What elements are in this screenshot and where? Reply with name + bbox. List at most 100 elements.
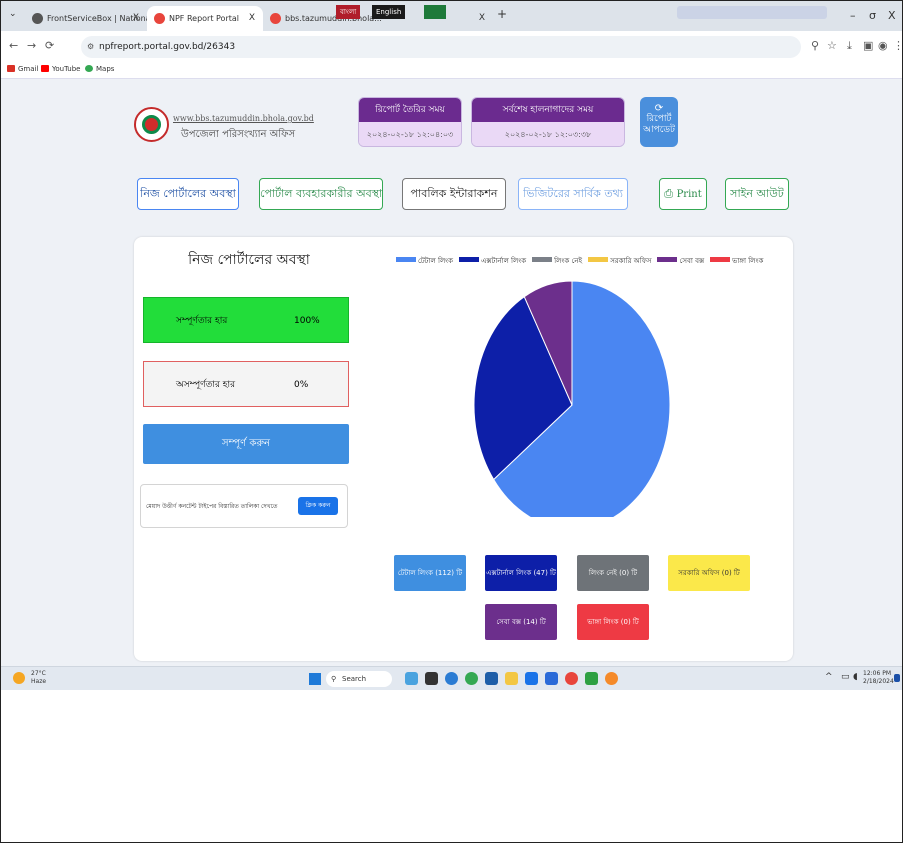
maps-pin-icon bbox=[85, 65, 93, 72]
tab-user-status[interactable]: পোর্টাল ব্যবহারকারীর অবস্থা bbox=[259, 178, 383, 210]
portal-status-panel: নিজ পোর্টালের অবস্থা সম্পূর্ণতার হার 100… bbox=[134, 237, 793, 661]
download-icon[interactable]: ⤓ bbox=[847, 39, 852, 53]
expired-content-text: মেয়াদ উত্তীর্ণ কনটেন্ট টাইপের বিস্তারিত… bbox=[146, 503, 278, 510]
tab-label: bbs.tazumuddin.bhola... bbox=[285, 14, 382, 23]
app-widgets-icon[interactable] bbox=[405, 672, 418, 685]
office-name: উপজেলা পরিসংখ্যান অফিস bbox=[181, 129, 296, 140]
back-arrow-icon[interactable]: ← bbox=[9, 39, 18, 52]
category-button[interactable]: লিংক নেই (0) টি bbox=[577, 555, 649, 591]
weather-widget[interactable]: 27°C Haze bbox=[31, 670, 46, 686]
tab-visitor-info[interactable]: ভিজিটরের সার্বিক তথ্য bbox=[518, 178, 628, 210]
profile-icon[interactable]: ◉ bbox=[878, 39, 888, 52]
bookmark-maps[interactable]: Maps bbox=[85, 65, 114, 73]
map-pin-icon bbox=[270, 13, 281, 24]
menu-dots-icon[interactable]: ⋮ bbox=[893, 39, 902, 52]
app-opera-icon[interactable] bbox=[565, 672, 578, 685]
report-update-button[interactable]: ⟳ রিপোর্ট আপডেট bbox=[640, 97, 678, 147]
print-button[interactable]: ⎙ Print bbox=[659, 178, 707, 210]
new-tab-button[interactable]: + bbox=[497, 7, 507, 21]
forward-arrow-icon[interactable]: → bbox=[27, 39, 36, 52]
notification-bell-icon[interactable] bbox=[894, 674, 900, 682]
category-button[interactable]: এক্সটার্নাল লিংক (47) টি bbox=[485, 555, 557, 591]
reload-icon[interactable]: ⟳ bbox=[45, 39, 54, 52]
site-url-link[interactable]: www.bbs.tazumuddin.bhola.gov.bd bbox=[173, 114, 314, 123]
zoom-icon[interactable]: ⚲ bbox=[811, 39, 819, 52]
last-update-value: ২০২৪-০২-১৮ ১২:০৩:৩৮ bbox=[472, 122, 624, 146]
screenshot: ⌄ FrontServiceBox | National Port X NPF … bbox=[1, 1, 902, 690]
restore-button[interactable]: σ bbox=[869, 9, 876, 22]
translate-toolbar-icon[interactable] bbox=[677, 6, 827, 19]
incompletion-rate-value: 0% bbox=[294, 380, 309, 390]
app-file-explorer-icon[interactable] bbox=[505, 672, 518, 685]
click-here-button[interactable]: ক্লিক করুন bbox=[298, 497, 338, 515]
app-edge-icon[interactable] bbox=[445, 672, 458, 685]
legend-swatch bbox=[657, 257, 678, 262]
complete-button[interactable]: সম্পূর্ণ করুন bbox=[143, 424, 349, 464]
category-button[interactable]: টেটাল লিংক (112) টি bbox=[394, 555, 466, 591]
legend-item[interactable]: টেটাল লিংক bbox=[396, 257, 453, 265]
tab-npf-report-portal[interactable]: NPF Report Portal X bbox=[147, 6, 263, 31]
legend-swatch bbox=[532, 257, 553, 262]
app-word-icon[interactable] bbox=[545, 672, 558, 685]
windows-start-icon[interactable] bbox=[309, 673, 321, 685]
app-mail-icon[interactable] bbox=[525, 672, 538, 685]
youtube-icon bbox=[41, 65, 49, 72]
search-icon: ⚲ bbox=[331, 675, 337, 683]
taskbar-clock[interactable]: 12:06 PM 2/18/2024 bbox=[863, 670, 894, 686]
bookmark-star-icon[interactable]: ☆ bbox=[827, 39, 837, 52]
url-text: npfreport.portal.gov.bd/26343 bbox=[99, 42, 236, 52]
minimize-button[interactable]: – bbox=[850, 9, 856, 22]
bookmark-label: Maps bbox=[96, 65, 115, 73]
ime-english-badge[interactable]: English bbox=[372, 5, 406, 19]
legend-swatch bbox=[710, 257, 731, 262]
legend-swatch bbox=[396, 257, 416, 262]
incompletion-rate-box: অসম্পূর্ণতার হার 0% bbox=[143, 361, 349, 407]
site-info-icon[interactable]: ⚙ bbox=[87, 36, 94, 58]
completion-rate-label: সম্পূর্ণতার হার bbox=[176, 316, 228, 326]
legend-label: ভাঙ্গা লিংক bbox=[732, 257, 764, 265]
tab-frontservicebox[interactable]: FrontServiceBox | National Port X bbox=[25, 6, 147, 31]
bookmark-gmail[interactable]: Gmail bbox=[7, 65, 38, 73]
legend-label: সেবা বক্স bbox=[679, 257, 705, 265]
weather-sun-icon bbox=[13, 672, 25, 684]
app-chrome-icon[interactable] bbox=[465, 672, 478, 685]
category-button[interactable]: সরকারি অফিস (0) টি bbox=[668, 555, 750, 591]
report-time-value: ২০২৪-০২-১৮ ১২:০৪:০৩ bbox=[359, 122, 461, 146]
ime-bangla-badge[interactable]: বাংলা bbox=[336, 5, 361, 19]
app-excel-icon[interactable] bbox=[585, 672, 598, 685]
legend-item[interactable]: সেবা বক্স bbox=[657, 257, 704, 265]
tab-menu-icon[interactable]: ⌄ bbox=[9, 9, 17, 19]
tray-network-icon[interactable]: ▭ bbox=[841, 672, 850, 682]
refresh-icon: ⟳ bbox=[654, 103, 664, 114]
sign-out-button[interactable]: সাইন আউট bbox=[725, 178, 789, 210]
chart-legend: টেটাল লিংক এক্সটার্নাল লিংক লিংক নেই সরকারি… bbox=[396, 255, 769, 267]
update-button-label-line2: আপডেট bbox=[643, 125, 675, 135]
panel-title: নিজ পোর্টালের অবস্থা bbox=[188, 252, 310, 268]
tab-close-icon[interactable]: X bbox=[249, 6, 255, 31]
legend-item[interactable]: সরকারি অফিস bbox=[588, 257, 651, 265]
tab-close-icon[interactable]: X bbox=[479, 6, 485, 31]
app-store-icon[interactable] bbox=[485, 672, 498, 685]
last-update-box: সর্বশেষ হালনাগাদের সময় ২০২৪-০২-১৮ ১২:০৩… bbox=[471, 97, 625, 147]
address-bar[interactable]: ⚙ npfreport.portal.gov.bd/26343 bbox=[81, 36, 801, 58]
ime-toolbar-icon[interactable] bbox=[424, 5, 446, 19]
tray-volume-icon[interactable]: ◖ bbox=[853, 672, 858, 682]
app-task-view-icon[interactable] bbox=[425, 672, 438, 685]
bookmark-youtube[interactable]: YouTube bbox=[41, 65, 80, 73]
legend-item[interactable]: এক্সটার্নাল লিংক bbox=[459, 257, 526, 265]
taskbar-search[interactable]: ⚲ Search bbox=[326, 671, 392, 687]
tab-public-interaction[interactable]: পাবলিক ইন্টারাকশন bbox=[402, 178, 506, 210]
app-chrome-profile-icon[interactable] bbox=[605, 672, 618, 685]
search-label: Search bbox=[342, 675, 367, 683]
update-button-label-line1: রিপোর্ট bbox=[646, 114, 672, 124]
tray-chevron-up-icon[interactable]: ^ bbox=[825, 672, 833, 682]
sidebar-icon[interactable]: ▣ bbox=[863, 39, 873, 52]
tab-own-portal-status[interactable]: নিজ পোর্টালের অবস্থা bbox=[137, 178, 239, 210]
legend-label: লিংক নেই bbox=[554, 257, 583, 265]
category-button[interactable]: ভাঙ্গা লিংক (0) টি bbox=[577, 604, 649, 640]
tab-close-icon[interactable]: X bbox=[133, 6, 139, 31]
legend-item[interactable]: লিংক নেই bbox=[532, 257, 582, 265]
category-button[interactable]: সেবা বক্স (14) টি bbox=[485, 604, 557, 640]
window-close-button[interactable]: X bbox=[888, 9, 896, 22]
legend-item[interactable]: ভাঙ্গা লিংক bbox=[710, 257, 763, 265]
